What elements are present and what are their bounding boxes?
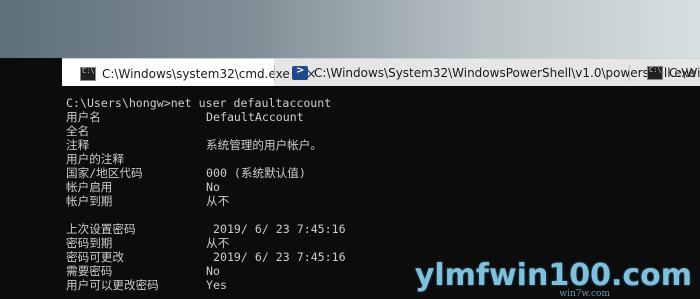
command-prompt: C:\Users\hongw>net user defaultaccount xyxy=(66,96,332,110)
field-label: 帐户启用 xyxy=(66,180,113,194)
field-label: 用户的注释 xyxy=(66,152,124,166)
field-label: 全名 xyxy=(66,124,90,138)
powershell-icon xyxy=(292,65,308,80)
field-value: 从不 xyxy=(206,194,230,208)
field-label: 密码到期 xyxy=(66,236,113,250)
field-value: 000 (系统默认值) xyxy=(206,166,306,180)
field-label: 用户可以更改密码 xyxy=(66,278,159,292)
field-label: 需要密码 xyxy=(66,264,113,278)
tab-cmd-2-title: C:\Windo xyxy=(669,66,700,80)
field-value: 2019/ 6/ 23 7:45:16 xyxy=(206,222,346,236)
field-label: 注释 xyxy=(66,138,90,152)
desktop-background xyxy=(0,0,700,58)
tab-powershell[interactable]: C:\Windows\System32\WindowsPowerShell\v1… xyxy=(274,59,696,87)
tab-cmd-2[interactable]: C:\Windo xyxy=(629,59,700,87)
cmd-icon xyxy=(80,67,96,81)
field-value: No xyxy=(206,264,220,278)
terminal-tab-bar: C:\Windows\system32\cmd.exe × C:\Windows… xyxy=(62,58,700,87)
field-label: 帐户到期 xyxy=(66,194,113,208)
field-label: 上次设置密码 xyxy=(66,222,136,236)
field-label: 用户名 xyxy=(66,110,101,124)
field-label: 国家/地区代码 xyxy=(66,166,143,180)
field-value: DefaultAccount xyxy=(206,110,304,124)
field-value: 2019/ 6/ 23 7:45:16 xyxy=(206,250,346,264)
field-value: No xyxy=(206,180,220,194)
cmd-icon xyxy=(647,66,663,80)
field-label: 密码可更改 xyxy=(66,250,124,264)
tab-cmd-title: C:\Windows\system32\cmd.exe xyxy=(102,67,290,81)
tab-cmd[interactable]: C:\Windows\system32\cmd.exe × xyxy=(62,59,317,87)
field-value: 系统管理的用户帐户。 xyxy=(206,138,322,152)
watermark-sub: win7w.com xyxy=(559,289,610,299)
field-value: Yes xyxy=(206,278,227,292)
watermark-logo: ylmfwin100.com xyxy=(414,258,692,293)
field-value: 从不 xyxy=(206,236,230,250)
